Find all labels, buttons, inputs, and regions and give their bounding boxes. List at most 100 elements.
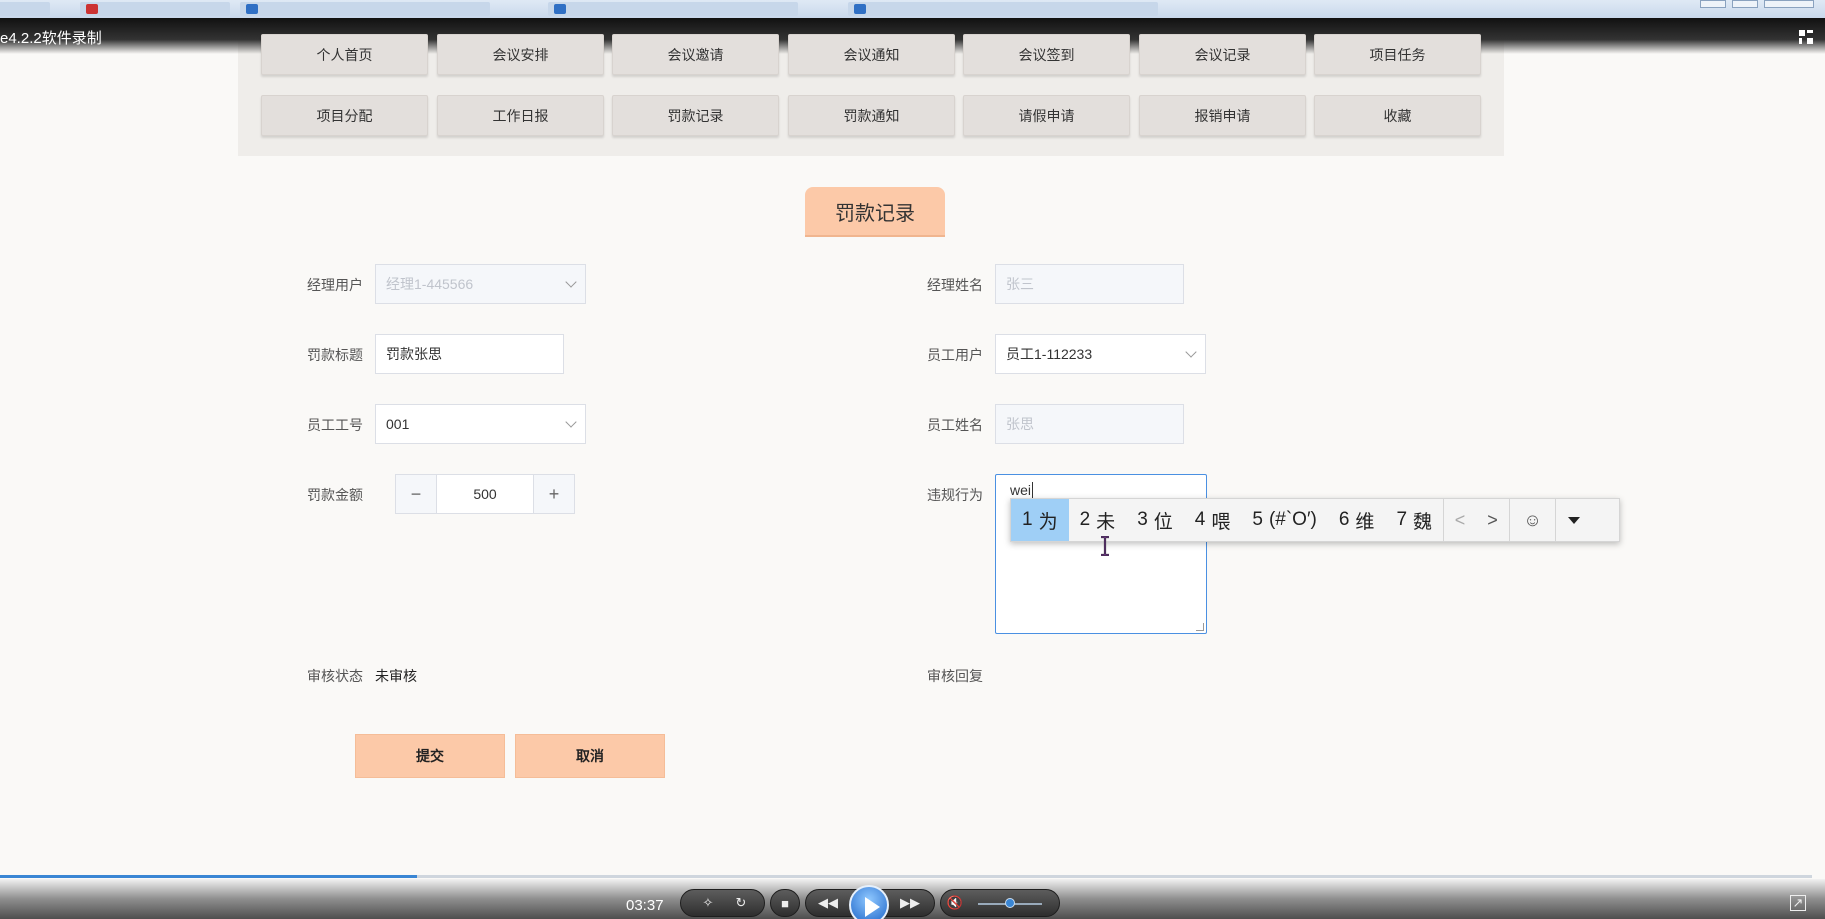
employee-user-label: 员工用户	[927, 347, 983, 363]
nav-item-meeting-invite[interactable]: 会议邀请	[612, 34, 779, 75]
candidate-number: 6	[1338, 509, 1350, 530]
ime-expand-icon[interactable]	[1555, 499, 1592, 541]
nav-item-project-task[interactable]: 项目任务	[1314, 34, 1481, 75]
nav-item-favorites[interactable]: 收藏	[1314, 95, 1481, 136]
playback-time: 03:37	[626, 897, 664, 914]
fine-amount-input[interactable]: 500	[436, 475, 534, 513]
window-control[interactable]	[1764, 0, 1814, 8]
employee-name-value: 张思	[1006, 416, 1034, 432]
ime-candidate[interactable]: 1为	[1011, 499, 1069, 541]
manager-user-label: 经理用户	[307, 277, 363, 293]
employee-no-value: 001	[386, 416, 410, 432]
decrement-button[interactable]: −	[396, 475, 436, 513]
window-control[interactable]	[1732, 0, 1758, 8]
candidate-number: 5	[1252, 509, 1263, 530]
nav-item-meeting-signin[interactable]: 会议签到	[963, 34, 1130, 75]
candidate-number: 3	[1137, 509, 1148, 530]
candidate-number: 1	[1022, 509, 1033, 530]
window-control[interactable]	[1700, 0, 1726, 8]
taskbar-tab[interactable]	[0, 2, 50, 16]
nav-item-home[interactable]: 个人首页	[261, 34, 428, 75]
chevron-down-icon	[1185, 346, 1197, 358]
player-controls: 03:37 ✧ ↻ ■ ◀◀ ▶▶ 🔇 ↗	[0, 879, 1825, 919]
rewind-icon[interactable]: ◀◀	[815, 895, 841, 911]
ime-candidate[interactable]: 7魏	[1385, 499, 1443, 541]
taskbar-tab[interactable]	[240, 2, 490, 16]
mute-icon[interactable]: 🔇	[946, 895, 964, 911]
review-status-value: 未审核	[375, 668, 417, 684]
fine-title-label: 罚款标题	[307, 347, 363, 363]
nav-item-fine-record[interactable]: 罚款记录	[612, 95, 779, 136]
candidate-number: 4	[1194, 509, 1206, 530]
volume-knob[interactable]	[1005, 898, 1015, 908]
player-title: e4.2.2软件录制	[0, 30, 102, 47]
employee-user-value: 员工1-112233	[1006, 346, 1093, 362]
ime-prev-page-icon[interactable]: <	[1443, 499, 1476, 541]
manager-name-value: 张三	[1006, 276, 1034, 292]
employee-no-select[interactable]: 001	[375, 404, 586, 444]
candidate-number: 7	[1396, 509, 1408, 530]
increment-button[interactable]: +	[534, 475, 574, 513]
fast-forward-icon[interactable]: ▶▶	[897, 895, 923, 911]
nav-item-expense-request[interactable]: 报销申请	[1139, 95, 1306, 136]
emoji-icon[interactable]: ☺	[1509, 499, 1555, 541]
ime-candidate[interactable]: 6维	[1328, 499, 1386, 541]
text-caret: ​	[1032, 482, 1034, 498]
manager-name-field: 张三	[995, 264, 1184, 304]
nav-item-fine-notice[interactable]: 罚款通知	[788, 95, 955, 136]
candidate-text: 位	[1153, 511, 1173, 533]
seek-bar-fill	[0, 875, 417, 878]
fullscreen-icon[interactable]: ↗	[1790, 895, 1806, 911]
review-reply-label: 审核回复	[927, 668, 983, 684]
chevron-down-icon	[565, 276, 577, 288]
employee-no-label: 员工工号	[307, 417, 363, 433]
ibeam-cursor-icon	[1101, 536, 1109, 556]
loop-icon[interactable]: ↻	[733, 895, 749, 911]
fine-amount-stepper: − 500 +	[395, 474, 575, 514]
fine-title-value: 罚款张思	[386, 346, 442, 362]
ime-candidate[interactable]: 3位	[1126, 499, 1184, 541]
employee-name-field: 张思	[995, 404, 1184, 444]
taskbar-tab[interactable]	[80, 2, 230, 16]
manager-user-value: 经理1-445566	[386, 276, 474, 292]
ime-candidate[interactable]: 4喂	[1184, 499, 1242, 541]
violation-value: wei	[1010, 482, 1032, 498]
fine-amount-label: 罚款金额	[307, 487, 363, 503]
submit-button[interactable]: 提交	[355, 734, 505, 778]
stop-icon[interactable]: ■	[778, 895, 792, 911]
candidate-number: 2	[1079, 509, 1091, 530]
nav-item-meeting-notice[interactable]: 会议通知	[788, 34, 955, 75]
manager-user-select: 经理1-445566	[375, 264, 586, 304]
taskbar-tab[interactable]	[548, 2, 798, 16]
candidate-text: 维	[1355, 511, 1375, 533]
violation-label: 违规行为	[927, 487, 983, 503]
resize-grip-icon[interactable]	[1196, 623, 1204, 631]
layout-toggle-icon[interactable]	[1799, 30, 1813, 44]
candidate-text: 未	[1096, 511, 1116, 533]
taskbar-tab[interactable]	[848, 2, 1158, 16]
play-button[interactable]	[849, 885, 889, 919]
ime-candidate[interactable]: 2未	[1069, 499, 1127, 541]
nav-item-meeting-record[interactable]: 会议记录	[1139, 34, 1306, 75]
candidate-text: (#`O′)	[1268, 509, 1317, 530]
nav-item-project-assign[interactable]: 项目分配	[261, 95, 428, 136]
ime-candidate[interactable]: 5 (#`O′)	[1241, 499, 1327, 541]
ime-next-page-icon[interactable]: >	[1476, 499, 1509, 541]
page-title: 罚款记录	[805, 187, 945, 235]
play-icon	[865, 897, 880, 917]
cancel-button[interactable]: 取消	[515, 734, 665, 778]
desktop-taskbar	[0, 0, 1825, 18]
nav-item-meeting-schedule[interactable]: 会议安排	[437, 34, 604, 75]
employee-name-label: 员工姓名	[927, 417, 983, 433]
fine-title-input[interactable]: 罚款张思	[375, 334, 564, 374]
nav-item-daily-report[interactable]: 工作日报	[437, 95, 604, 136]
review-status-label: 审核状态	[307, 668, 363, 684]
candidate-text: 为	[1038, 511, 1058, 533]
ab-repeat-icon[interactable]: ✧	[700, 895, 716, 911]
chevron-down-icon	[565, 416, 577, 428]
candidate-text: 魏	[1413, 511, 1433, 533]
employee-user-select[interactable]: 员工1-112233	[995, 334, 1206, 374]
nav-item-leave-request[interactable]: 请假申请	[963, 95, 1130, 136]
seek-bar[interactable]	[0, 875, 1812, 878]
control-group	[680, 889, 765, 917]
